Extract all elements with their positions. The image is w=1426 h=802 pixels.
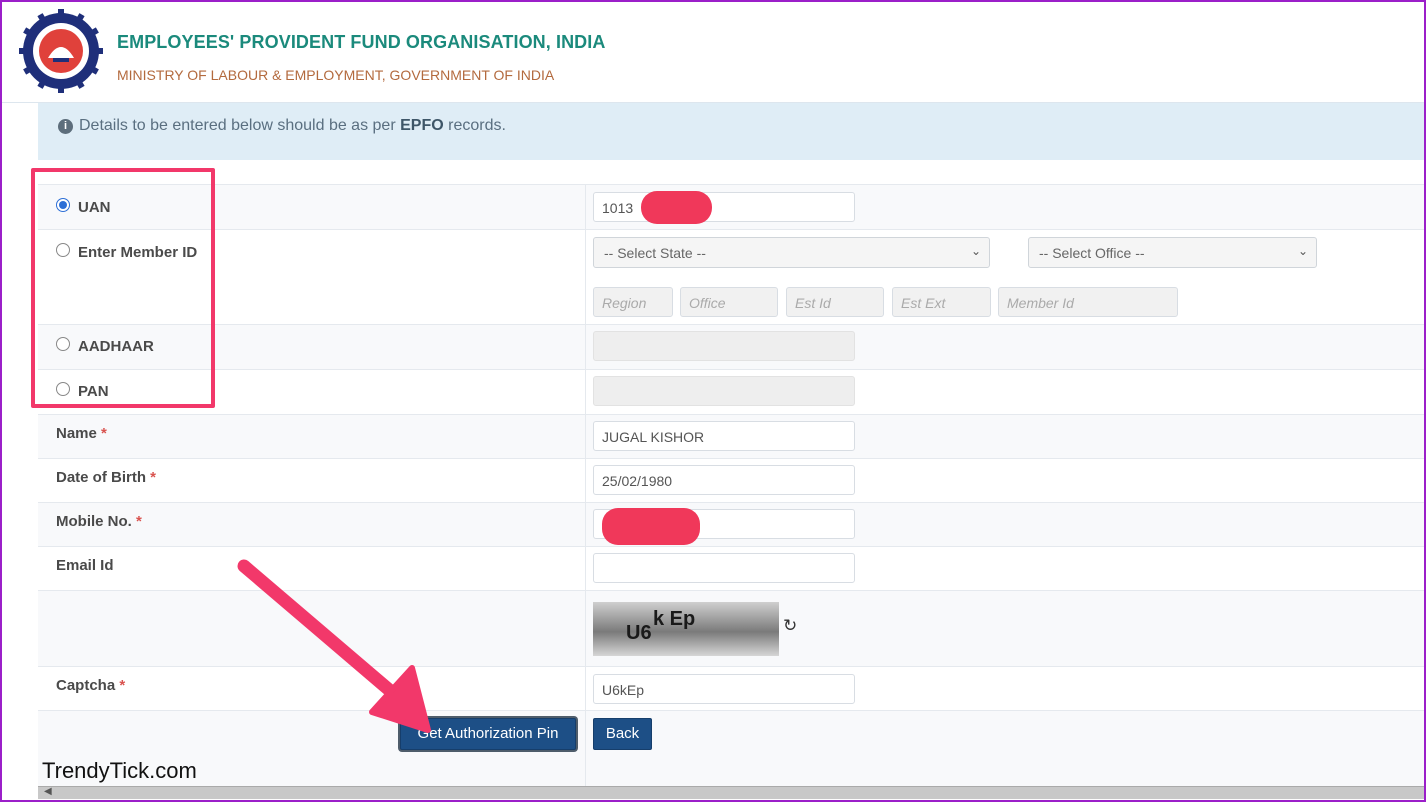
info-banner: i Details to be entered below should be a… bbox=[38, 103, 1426, 160]
get-authorization-pin-button[interactable]: Get Authorization Pin bbox=[400, 718, 576, 750]
info-text-before: Details to be entered below should be as… bbox=[79, 117, 396, 134]
aadhaar-input[interactable] bbox=[593, 331, 855, 361]
name-input[interactable]: JUGAL KISHOR bbox=[593, 421, 855, 451]
org-name: EMPLOYEES' PROVIDENT FUND ORGANISATION, … bbox=[117, 32, 606, 52]
office-select-value: -- Select Office -- bbox=[1039, 245, 1145, 261]
name-label: Name * bbox=[56, 425, 107, 442]
info-circle-icon: i bbox=[58, 119, 73, 134]
buttons-row bbox=[38, 710, 1426, 787]
chevron-down-icon: ⌄ bbox=[970, 244, 981, 258]
state-select[interactable]: -- Select State -- ⌄ bbox=[593, 237, 990, 268]
member-id-input[interactable]: Member Id bbox=[998, 287, 1178, 317]
captcha-image: U6 k Ep bbox=[593, 602, 779, 656]
horizontal-scrollbar[interactable]: ◀ bbox=[38, 786, 1424, 799]
info-text-bold: EPFO bbox=[400, 117, 444, 134]
info-text-after: records. bbox=[448, 117, 506, 134]
captcha-text-1: U6 bbox=[626, 622, 652, 644]
redaction-mark bbox=[602, 508, 700, 545]
scroll-left-icon[interactable]: ◀ bbox=[44, 786, 52, 797]
captcha-label: Captcha * bbox=[56, 677, 126, 694]
site-header: EMPLOYEES' PROVIDENT FUND ORGANISATION, … bbox=[0, 0, 1426, 103]
office-code-input[interactable]: Office bbox=[680, 287, 778, 317]
label-cell bbox=[38, 415, 586, 459]
uan-input[interactable]: 1013 bbox=[593, 192, 855, 222]
refresh-icon[interactable]: ↻ bbox=[783, 616, 797, 636]
region-input[interactable]: Region bbox=[593, 287, 673, 317]
back-button[interactable]: Back bbox=[593, 718, 652, 750]
redaction-mark bbox=[641, 191, 712, 224]
ministry-name: MINISTRY OF LABOUR & EMPLOYMENT, GOVERNM… bbox=[117, 67, 555, 83]
email-label: Email Id bbox=[56, 557, 114, 574]
label-cell bbox=[38, 547, 586, 591]
office-select[interactable]: -- Select Office -- ⌄ bbox=[1028, 237, 1317, 268]
pan-input[interactable] bbox=[593, 376, 855, 406]
captcha-text-2: k Ep bbox=[653, 608, 696, 630]
captcha-input[interactable]: U6kEp bbox=[593, 674, 855, 704]
epfo-logo-icon bbox=[19, 9, 103, 93]
watermark-text: TrendyTick.com bbox=[42, 758, 197, 783]
dob-input[interactable]: 25/02/1980 bbox=[593, 465, 855, 495]
est-ext-input[interactable]: Est Ext bbox=[892, 287, 991, 317]
mobile-label: Mobile No. * bbox=[56, 513, 142, 530]
email-input[interactable] bbox=[593, 553, 855, 583]
est-id-input[interactable]: Est Id bbox=[786, 287, 884, 317]
label-cell bbox=[38, 591, 586, 667]
highlight-box bbox=[31, 168, 215, 408]
chevron-down-icon: ⌄ bbox=[1297, 244, 1308, 258]
dob-label: Date of Birth * bbox=[56, 469, 157, 486]
state-select-value: -- Select State -- bbox=[604, 245, 706, 261]
